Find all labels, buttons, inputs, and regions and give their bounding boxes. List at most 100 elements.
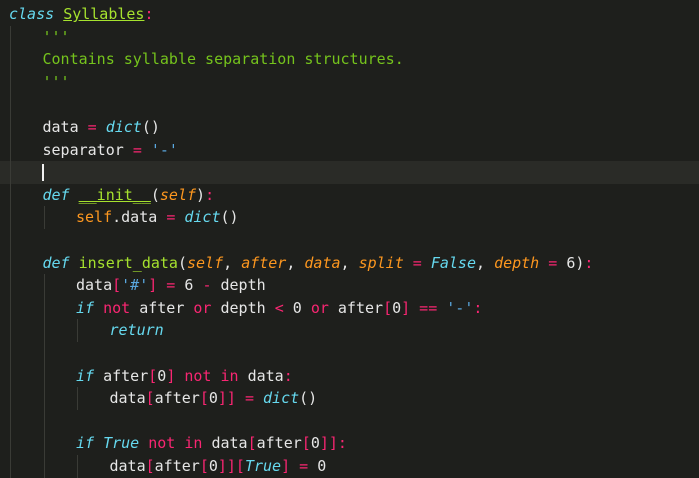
code-line[interactable]: def insert_data(self, after, data, split… [0,251,699,275]
code-text: data[after[0]] = dict() [110,387,318,410]
code-line[interactable]: ''' [0,25,699,49]
code-line[interactable]: data[after[0]] = dict() [0,387,699,410]
code-token: __init__ [78,185,151,204]
indent-guide [43,455,45,478]
indent-guide [10,319,11,342]
code-token: self [159,185,197,204]
code-token: if [76,298,104,317]
indent-guide [10,387,11,410]
indent-guide [10,206,11,229]
code-line[interactable]: data['#'] = 6 - depth [0,274,699,297]
code-line[interactable]: ''' [0,70,699,94]
code-token: [ [301,434,311,453]
code-line[interactable]: self.data = dict() [0,206,699,229]
code-token: True [103,434,140,453]
code-token: , [286,253,305,272]
indent-guide [10,183,11,207]
code-token: () [220,208,239,227]
code-token: True [244,457,282,475]
code-line[interactable] [0,342,699,365]
code-token: def [42,185,79,204]
code-token: () [299,389,318,408]
code-line[interactable]: return [0,319,699,342]
code-token: 0 [310,434,320,453]
code-token: = [290,457,318,475]
code-token: not in [139,434,212,453]
code-text: if True not in data[after[0]]: [76,432,347,455]
code-token: ] [166,366,176,385]
indent-guide [10,342,11,365]
code-line[interactable]: if True not in data[after[0]]: [0,432,699,455]
code-token: , [340,253,359,272]
code-token: [ [199,457,209,475]
code-token: False [430,253,476,272]
code-token: = [235,389,264,408]
code-token: insert_data [78,253,178,272]
code-text: return [110,319,164,342]
code-text: def __init__(self): [43,184,215,207]
code-token: return [109,321,164,340]
code-line[interactable]: Contains syllable separation structures. [0,48,699,71]
code-text: class Syllables: [9,3,154,26]
code-token: , [223,253,242,272]
code-line[interactable]: separator = '-' [0,138,699,162]
code-text: if after[0] not in data: [76,365,293,388]
code-token: separator [42,140,133,159]
code-text: if not after or depth < 0 or after[0] ==… [76,297,482,320]
code-token: = [132,140,151,159]
code-token: if [76,366,104,385]
code-line[interactable] [0,409,699,433]
code-token: < [274,298,293,317]
code-token: def [42,253,79,272]
code-token: = [539,253,567,272]
code-line[interactable] [0,93,699,116]
current-line[interactable] [0,161,699,184]
code-line[interactable]: data = dict() [0,116,699,139]
indent-guide [43,319,45,342]
code-line[interactable]: class Syllables: [0,3,699,26]
code-token: data [42,118,88,136]
code-line[interactable]: if after[0] not in data: [0,364,699,388]
code-text: separator = '-' [43,139,178,162]
code-line[interactable] [0,229,699,252]
code-token: split [358,253,404,272]
code-token: after [337,298,384,317]
code-token: ( [150,185,160,204]
code-token: = [403,253,431,272]
code-token: if [76,434,104,453]
code-token: .data [112,208,167,227]
code-editor[interactable]: class Syllables: ''' Contains syllable sep… [0,0,699,478]
code-text: data['#'] = 6 - depth [76,274,266,297]
code-token: not [103,298,140,317]
code-token: dict [263,389,300,408]
code-token: self [76,208,113,227]
code-line[interactable]: data[after[0]][True] = 0 [0,455,699,478]
indent-guide [77,455,78,478]
code-token: Syllables [63,5,145,23]
indent-guide [43,206,45,229]
code-token: class [9,5,64,23]
code-token: 0 [208,389,218,408]
text-cursor [42,164,44,182]
code-text: Contains syllable separation structures. [43,48,404,71]
code-line[interactable]: def __init__(self): [0,183,699,207]
code-token: depth [494,253,540,272]
code-token: , [476,253,495,272]
code-token: ] [281,457,291,475]
code-token: ]] [319,434,338,453]
indent-guide [10,93,11,116]
code-token: [ [145,389,155,408]
code-token: after [139,298,194,317]
code-token: 0 [317,457,327,475]
code-token: data [109,389,146,408]
indent-guide [43,432,45,455]
indent-guide [10,161,11,184]
code-token: Contains syllable separation structures. [42,50,404,69]
code-token: = [166,208,185,227]
code-line[interactable]: if not after or depth < 0 or after[0] ==… [0,296,699,320]
code-token: dict [105,118,142,136]
code-token: after [154,389,200,408]
code-token: '-' [150,140,178,159]
code-token: : [337,434,347,453]
code-token: ''' [42,72,70,91]
